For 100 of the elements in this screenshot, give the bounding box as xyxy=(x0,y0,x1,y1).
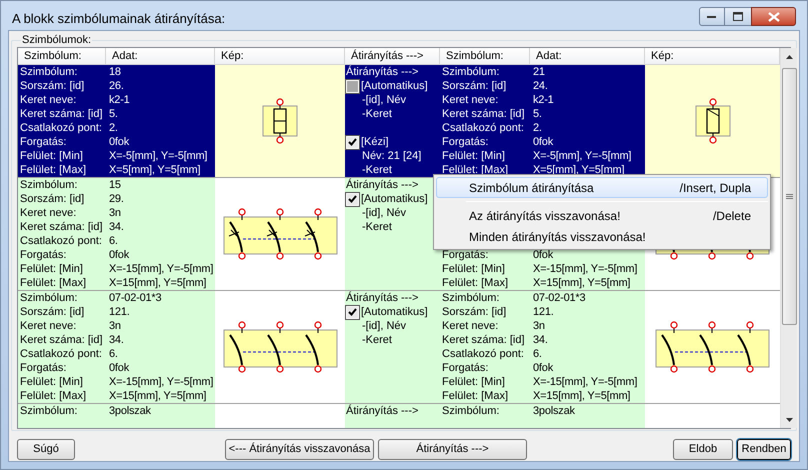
field-value: 3polszak xyxy=(533,404,576,418)
field-value: 6. xyxy=(533,347,543,361)
option-detail: -[id], Név xyxy=(361,319,408,333)
field-label: Felület: [Max] xyxy=(20,389,88,403)
field-value: 2. xyxy=(533,121,543,135)
scrollbar-thumb[interactable] xyxy=(782,68,796,325)
field-label: Felület: [Max] xyxy=(20,276,88,290)
dialog-button[interactable]: <--- Átirányítás visszavonása xyxy=(225,439,374,460)
option-detail: -[id], Név xyxy=(361,93,408,107)
vertical-scrollbar[interactable] xyxy=(780,48,797,428)
option-detail: -Keret xyxy=(361,333,393,347)
option-detail: Név: 21 [24] xyxy=(361,149,422,163)
field-label: Forgatás: xyxy=(442,135,490,149)
checkbox[interactable] xyxy=(346,192,359,206)
field-label: Felület: [Max] xyxy=(20,163,88,177)
dialog-button[interactable]: Eldob xyxy=(673,439,733,460)
field-label: Felület: [Min] xyxy=(20,149,84,163)
option-detail: -[id], Név xyxy=(361,206,408,220)
field-value: X=5[mm], Y=5[mm] xyxy=(109,163,202,177)
field-label: Keret száma: [id] xyxy=(20,107,104,121)
field-label: Keret száma: [id] xyxy=(20,220,104,234)
redirect-heading: Átirányítás ---> xyxy=(346,291,420,305)
menu-shortcut: /Insert, Dupla xyxy=(680,180,751,196)
fuse-symbol-drawing xyxy=(261,98,299,144)
group-label: Szimbólumok: xyxy=(21,34,92,47)
column-header[interactable]: Kép: xyxy=(215,48,345,64)
field-label: Felület: [Max] xyxy=(442,163,510,177)
checkbox[interactable] xyxy=(346,306,359,318)
field-value: 3polszak xyxy=(109,404,152,418)
field-value: 0fok xyxy=(533,135,554,149)
field-label: Sorszám: [id] xyxy=(442,79,508,93)
field-value: X=-15[mm], Y=-5[mm] xyxy=(109,262,214,276)
column-header[interactable]: Szimbólum: xyxy=(18,48,106,64)
column-header[interactable]: Adat: xyxy=(530,48,645,64)
field-value: 3n xyxy=(109,319,122,333)
field-label: Felület: [Min] xyxy=(20,262,84,276)
dialog-button[interactable]: Súgó xyxy=(17,439,75,460)
field-value: X=15[mm], Y=5[mm] xyxy=(109,389,208,403)
field-value: 15 xyxy=(109,178,122,192)
field-label: Csatlakozó pont: xyxy=(20,121,103,135)
field-label: Keret neve: xyxy=(442,319,500,333)
field-value: 34. xyxy=(533,333,549,347)
dialog-button[interactable]: Átirányítás ---> xyxy=(378,439,527,460)
field-label: Forgatás: xyxy=(20,248,68,262)
minimize-button[interactable] xyxy=(699,7,725,26)
field-label: Szimbólum: xyxy=(442,404,500,418)
field-value: X=-5[mm], Y=-5[mm] xyxy=(533,149,632,163)
field-value: 07-02-01*3 xyxy=(109,291,162,305)
redirect-heading: Átirányítás ---> xyxy=(346,65,420,79)
up-arrow-icon xyxy=(786,54,792,58)
field-label: Felület: [Min] xyxy=(20,375,84,389)
window-title: A blokk szimbólumainak átirányítása: xyxy=(12,10,226,28)
option-detail: -Keret xyxy=(361,163,393,177)
menu-item[interactable]: Az átirányítás visszavonása! /Delete xyxy=(436,205,768,226)
field-value: X=5[mm], Y=5[mm] xyxy=(533,163,626,177)
column-header[interactable]: Szimbólum: xyxy=(440,48,530,64)
field-label: Csatlakozó pont: xyxy=(442,347,525,361)
field-label: Forgatás: xyxy=(442,248,490,262)
field-label: Forgatás: xyxy=(442,361,490,375)
checkbox-label: [Kézi] xyxy=(361,135,389,149)
checkbox[interactable] xyxy=(346,136,359,148)
checkbox[interactable] xyxy=(346,80,359,92)
field-value: 5. xyxy=(109,107,119,121)
option-detail: -Keret xyxy=(361,107,393,121)
checkbox-label: [Automatikus] xyxy=(361,79,428,93)
field-value: X=-15[mm], Y=-5[mm] xyxy=(533,375,638,389)
field-label: Keret száma: [id] xyxy=(442,107,526,121)
menu-item[interactable]: Szimbólum átirányítása /Insert, Dupla xyxy=(436,177,768,198)
field-label: Felület: [Min] xyxy=(442,262,506,276)
dialog-button[interactable]: Rendben xyxy=(737,439,791,460)
field-value: 121. xyxy=(533,305,555,319)
maximize-button[interactable] xyxy=(725,7,751,26)
field-value: X=-15[mm], Y=-5[mm] xyxy=(109,375,214,389)
minimize-icon xyxy=(707,14,717,18)
field-label: Keret neve: xyxy=(20,206,78,220)
checkbox-label: [Automatikus] xyxy=(361,192,428,206)
maximize-icon xyxy=(733,12,743,21)
field-value: 5. xyxy=(533,107,543,121)
field-value: 6. xyxy=(109,347,119,361)
field-label: Forgatás: xyxy=(20,361,68,375)
close-icon xyxy=(768,12,780,22)
menu-shortcut: /Delete xyxy=(712,208,751,224)
field-value: 2. xyxy=(109,121,119,135)
field-label: Keret száma: [id] xyxy=(20,333,104,347)
redirect-heading: Átirányítás ---> xyxy=(346,178,420,192)
fuse-switch-symbol-drawing xyxy=(694,98,732,144)
option-detail: -Keret xyxy=(361,220,393,234)
field-value: 0fok xyxy=(109,135,130,149)
field-value: 0fok xyxy=(109,361,130,375)
field-value: X=15[mm], Y=5[mm] xyxy=(109,276,208,290)
menu-item[interactable]: Minden átirányítás visszavonása! xyxy=(436,226,768,247)
field-label: Keret neve: xyxy=(20,319,78,333)
column-header[interactable]: Átirányítás ---> xyxy=(345,48,440,64)
checkbox-label: [Automatikus] xyxy=(361,305,428,319)
column-header[interactable]: Adat: xyxy=(106,48,215,64)
field-label: Csatlakozó pont: xyxy=(442,121,525,135)
field-value: 29. xyxy=(109,192,125,206)
close-button[interactable] xyxy=(751,7,796,26)
field-label: Szimbólum: xyxy=(20,404,78,418)
field-value: X=15[mm], Y=5[mm] xyxy=(533,276,632,290)
